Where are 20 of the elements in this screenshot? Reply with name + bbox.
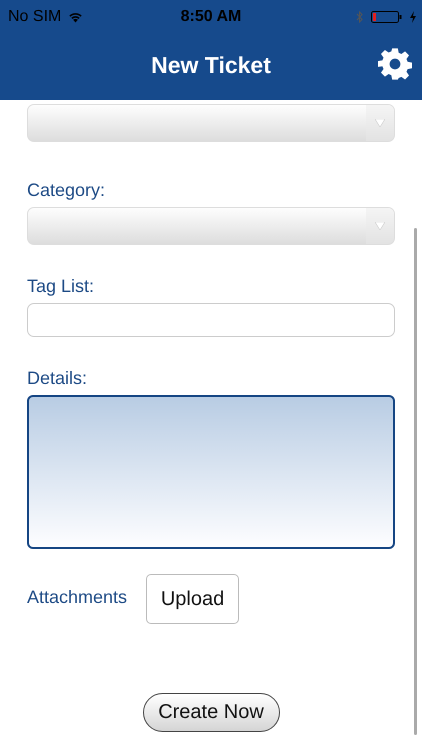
wifi-icon <box>67 10 84 22</box>
field-label: Tag List: <box>27 276 94 297</box>
settings-icon[interactable] <box>378 47 412 81</box>
screen-title: New Ticket <box>151 52 271 79</box>
dropdown-arrow-icon <box>375 119 385 127</box>
upload-button[interactable]: Upload <box>146 574 240 624</box>
carrier-text: No SIM <box>8 8 62 26</box>
dropdown-field[interactable] <box>27 207 395 245</box>
bluetooth-icon <box>356 10 364 24</box>
text-area[interactable] <box>27 395 395 549</box>
charging-icon <box>410 10 416 22</box>
battery-icon <box>371 10 403 24</box>
clock-text: 8:50 AM <box>180 8 242 26</box>
field-label: Details: <box>27 368 88 389</box>
attachments-label: Attachments <box>27 587 128 608</box>
input-field[interactable] <box>27 303 395 337</box>
dropdown-arrow-icon <box>375 222 385 230</box>
field-label: Category: <box>27 180 106 201</box>
dropdown-field[interactable] <box>27 104 395 142</box>
create-now-button[interactable]: Create Now <box>142 693 280 732</box>
